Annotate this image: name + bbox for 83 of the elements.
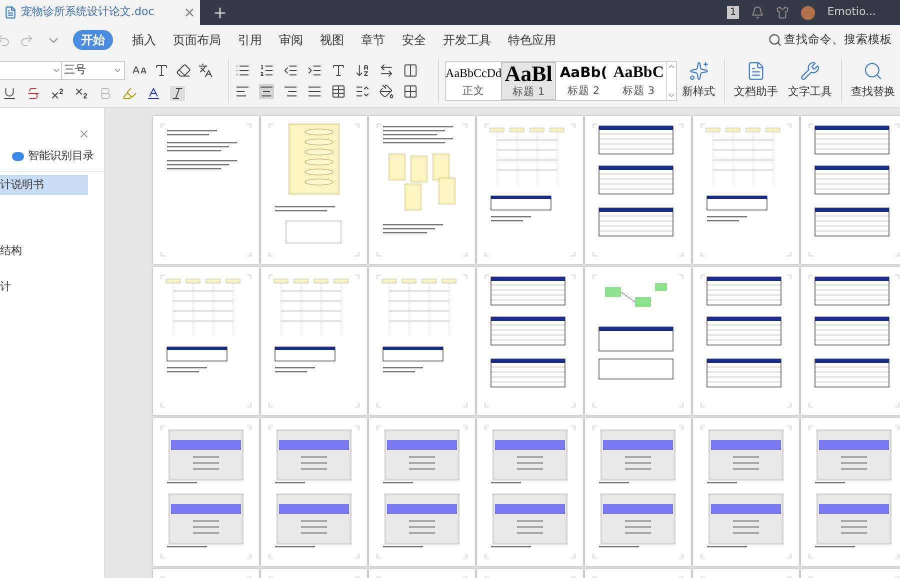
caret-icon bbox=[113, 66, 122, 75]
menu-tab[interactable]: 特色应用 bbox=[508, 31, 556, 49]
command-search[interactable]: 查找命令、搜索模板 bbox=[768, 31, 892, 49]
ribbon-tool-button[interactable]: 文档助手 bbox=[729, 55, 784, 107]
page-thumbnail[interactable] bbox=[369, 418, 475, 566]
tab-icon[interactable] bbox=[379, 63, 394, 78]
search-icon bbox=[863, 61, 883, 82]
indent-icon[interactable] bbox=[307, 63, 322, 78]
menu-tab[interactable]: 引用 bbox=[238, 31, 262, 49]
columns-icon[interactable] bbox=[403, 63, 418, 78]
outdent-icon[interactable] bbox=[283, 63, 298, 78]
user-name[interactable]: Emotio... bbox=[827, 4, 876, 21]
outline-item[interactable]: 计说明书 bbox=[0, 174, 88, 194]
page-thumbnail[interactable] bbox=[585, 267, 691, 415]
page-thumbnail[interactable] bbox=[477, 267, 583, 415]
page-thumbnail[interactable] bbox=[801, 267, 900, 415]
close-icon[interactable] bbox=[78, 128, 90, 140]
outline-item[interactable]: 结构 bbox=[0, 240, 88, 260]
line-spacing-icon[interactable] bbox=[355, 84, 370, 99]
menu-tab[interactable]: 章节 bbox=[361, 31, 385, 49]
underline-icon[interactable] bbox=[2, 86, 17, 101]
strikethrough-icon[interactable] bbox=[26, 86, 41, 101]
style-option[interactable]: AaBl 标题 1 bbox=[501, 62, 556, 100]
document-tab[interactable]: 宠物诊所系统设计论文.doc bbox=[0, 0, 200, 25]
menu-tab[interactable]: 插入 bbox=[132, 31, 156, 49]
scroll-down-icon[interactable] bbox=[667, 91, 676, 100]
page-thumbnail[interactable] bbox=[153, 116, 259, 264]
ribbon-tool-button[interactable]: 查找替换 bbox=[846, 55, 900, 107]
page-thumbnail[interactable] bbox=[801, 418, 900, 566]
font-name-field[interactable] bbox=[0, 61, 62, 80]
style-option[interactable]: AaBbC 标题 3 bbox=[611, 62, 666, 100]
window-count-badge[interactable]: 1 bbox=[726, 6, 740, 19]
menu-tab[interactable]: 安全 bbox=[402, 31, 426, 49]
font-color-icon[interactable] bbox=[146, 86, 161, 101]
phonetic-icon[interactable] bbox=[198, 63, 213, 78]
page-thumbnail[interactable] bbox=[693, 116, 799, 264]
document-icon bbox=[4, 6, 17, 19]
subscript-icon[interactable] bbox=[74, 86, 89, 101]
fill-icon[interactable] bbox=[379, 84, 394, 99]
outline-item[interactable]: 计 bbox=[0, 276, 88, 296]
superscript-icon[interactable] bbox=[50, 86, 65, 101]
eraser-icon[interactable] bbox=[176, 63, 191, 78]
page-thumbnail[interactable] bbox=[693, 267, 799, 415]
page-thumbnail[interactable] bbox=[369, 267, 475, 415]
align-right-icon[interactable] bbox=[283, 84, 298, 99]
ribbon-tool-button[interactable]: 文字工具 bbox=[783, 55, 838, 107]
toc-icon bbox=[12, 152, 24, 161]
style-option[interactable]: AaBb( 标题 2 bbox=[556, 62, 612, 100]
page-thumbnail[interactable] bbox=[261, 267, 367, 415]
highlighter-icon[interactable] bbox=[122, 86, 137, 101]
caret-icon bbox=[52, 66, 61, 75]
page-thumbnail[interactable] bbox=[477, 418, 583, 566]
wrench-icon bbox=[800, 61, 820, 82]
menu-tab[interactable]: 审阅 bbox=[279, 31, 303, 49]
justify-icon[interactable] bbox=[307, 84, 322, 99]
close-icon[interactable] bbox=[183, 6, 196, 19]
page-thumbnail[interactable] bbox=[585, 116, 691, 264]
avatar[interactable] bbox=[801, 6, 816, 20]
borders-icon[interactable] bbox=[403, 84, 418, 99]
font-size-field[interactable]: 三号 bbox=[61, 61, 125, 80]
menu-tab[interactable]: 页面布局 bbox=[173, 31, 221, 49]
page-thumbnail[interactable] bbox=[477, 116, 583, 264]
page-thumbnail[interactable] bbox=[801, 116, 900, 264]
search-icon bbox=[768, 33, 782, 47]
scroll-up-icon[interactable] bbox=[667, 62, 676, 71]
page-thumbnail[interactable] bbox=[261, 116, 367, 264]
numbered-list-icon[interactable] bbox=[259, 63, 274, 78]
page-thumbnail[interactable] bbox=[693, 418, 799, 566]
ribbon-tool-button[interactable]: 新样式 bbox=[677, 55, 720, 107]
page-thumbnail[interactable] bbox=[153, 267, 259, 415]
menu-tab[interactable]: 开发工具 bbox=[443, 31, 491, 49]
smart-toc-button[interactable]: 智能识别目录 bbox=[28, 148, 94, 164]
page-thumbnail[interactable] bbox=[261, 418, 367, 566]
align-left-icon[interactable] bbox=[235, 84, 250, 99]
shirt-icon[interactable] bbox=[776, 6, 790, 19]
align-center-icon[interactable] bbox=[259, 84, 274, 99]
new-tab-icon[interactable] bbox=[212, 4, 228, 20]
page-thumbnail[interactable] bbox=[585, 418, 691, 566]
sort-icon[interactable] bbox=[355, 63, 370, 78]
page-thumbnail[interactable] bbox=[153, 418, 259, 566]
page-thumbnail[interactable] bbox=[369, 116, 475, 264]
menu-tab[interactable]: 视图 bbox=[320, 31, 344, 49]
bell-icon[interactable] bbox=[751, 6, 764, 19]
